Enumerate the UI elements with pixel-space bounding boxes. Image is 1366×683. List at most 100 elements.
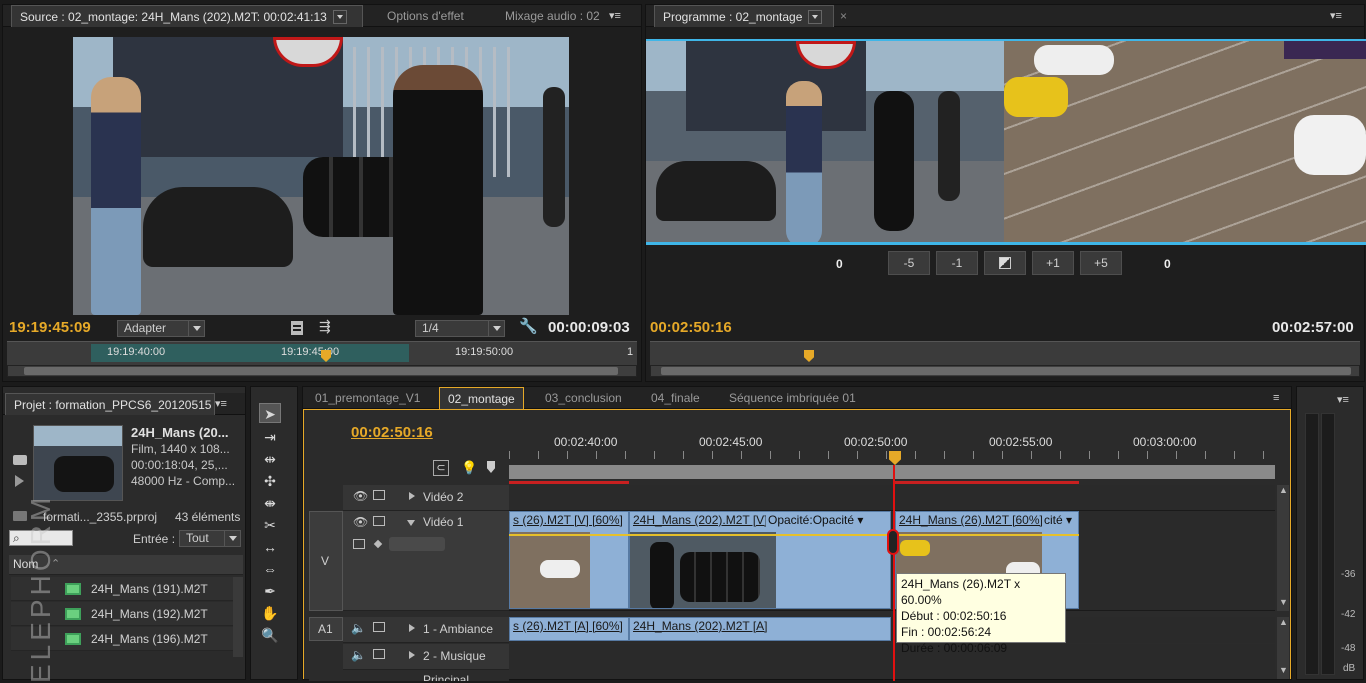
track-select-tool-icon[interactable]: ⇥ [259, 427, 281, 447]
fit-select[interactable]: Adapter [117, 320, 205, 337]
expand-arrow-icon[interactable] [409, 651, 415, 659]
scroll-down-icon[interactable]: ▼ [1279, 665, 1288, 675]
source-zoom-scrollbar[interactable] [7, 365, 637, 377]
track-video2-lane[interactable] [509, 485, 1275, 511]
opacity-effect-dropdown[interactable]: Opacité:Opacité ▾ [766, 513, 866, 529]
entry-select[interactable]: Tout [179, 530, 241, 547]
pen-tool-icon[interactable]: ✒ [259, 581, 281, 601]
trim-handle-icon[interactable] [887, 529, 899, 555]
opacity-effect-dropdown[interactable]: cité ▾ [1042, 513, 1075, 529]
ruler-label: 00:02:55:00 [989, 435, 1053, 449]
close-icon[interactable]: × [840, 10, 852, 22]
program-time-ruler[interactable] [650, 341, 1360, 365]
scroll-up-icon[interactable]: ▲ [1279, 485, 1288, 495]
program-current-timecode[interactable]: 00:02:50:16 [650, 319, 732, 336]
ruler-label: 19:19:50:00 [455, 346, 514, 358]
hand-tool-icon[interactable]: ✋ [259, 603, 281, 623]
zoom-tool-icon[interactable]: 🔍 [259, 625, 281, 645]
tab-sequence-01[interactable]: 01_premontage_V1 [307, 387, 428, 409]
tab-sequence-04[interactable]: 04_finale [643, 387, 708, 409]
panel-menu-icon[interactable]: ▾≡ [1330, 11, 1346, 22]
rate-stretch-tool-icon[interactable]: ⇼ [259, 493, 281, 513]
film-strip-icon[interactable] [291, 321, 303, 335]
slide-tool-icon[interactable]: ⇔ [259, 559, 281, 579]
tab-program[interactable]: Programme : 02_montage [654, 5, 834, 27]
project-preview-thumbnail[interactable] [33, 425, 123, 501]
trim-plus-5-button[interactable]: +5 [1080, 251, 1122, 275]
program-zoom-scrollbar[interactable] [650, 365, 1360, 377]
tab-audio-mixer[interactable]: Mixage audio : 02 [497, 5, 608, 27]
trim-minus-1-button[interactable]: -1 [936, 251, 978, 275]
audio-clip[interactable]: s (26).M2T [A] [60%] [509, 617, 629, 641]
panel-menu-icon[interactable]: ▾≡ [1337, 395, 1353, 406]
timeline-time-ruler[interactable]: 00:02:40:00 00:02:45:00 00:02:50:00 00:0… [509, 433, 1275, 484]
marker-lightbulb-icon[interactable]: 💡 [461, 460, 477, 476]
keyframe-icon[interactable] [373, 539, 383, 549]
wrench-icon[interactable]: 🔧 [519, 317, 538, 335]
panel-menu-icon[interactable]: ▾≡ [215, 399, 231, 410]
trim-incoming-frame[interactable] [1004, 39, 1366, 245]
scroll-up-icon[interactable]: ▲ [1279, 617, 1288, 627]
speaker-icon[interactable]: 🔈 [351, 648, 366, 662]
panel-menu-icon[interactable]: ≡ [1273, 393, 1289, 404]
speaker-icon[interactable]: 🔈 [351, 621, 366, 635]
video-tracks-scrollbar[interactable]: ▲ ▼ [1277, 485, 1289, 611]
tab-effect-options[interactable]: Options d'effet [379, 5, 472, 27]
source-time-ruler[interactable]: 19:19:40:00 19:19:45:00 19:19:50:00 1 [7, 341, 637, 365]
opacity-rubberband[interactable] [509, 534, 1079, 536]
resolution-select[interactable]: 1/4 [415, 320, 505, 337]
v-source-patch[interactable]: V [309, 511, 343, 611]
expand-arrow-icon[interactable] [409, 624, 415, 632]
source-current-timecode[interactable]: 19:19:45:09 [9, 319, 91, 336]
tab-source[interactable]: Source : 02_montage: 24H_Mans (202).M2T:… [11, 5, 363, 27]
chevron-down-icon[interactable] [332, 9, 347, 24]
playhead-icon[interactable] [889, 451, 901, 465]
source-video-frame[interactable] [73, 37, 569, 315]
expand-arrow-icon[interactable] [409, 492, 415, 500]
rolling-edit-tool-icon[interactable]: ✣ [259, 471, 281, 491]
tab-sequence-02[interactable]: 02_montage [439, 387, 524, 409]
razor-tool-icon[interactable]: ✂ [259, 515, 281, 535]
tab-nested-sequence[interactable]: Séquence imbriquée 01 [721, 387, 864, 409]
lock-icon[interactable] [373, 649, 385, 659]
panel-menu-icon[interactable]: ▾≡ [609, 11, 625, 22]
play-preview-icon[interactable] [15, 475, 24, 487]
trim-outgoing-frame[interactable] [646, 39, 1004, 245]
chevron-down-icon[interactable] [808, 9, 823, 24]
slip-tool-icon[interactable]: ↔ [259, 537, 281, 557]
trim-plus-1-button[interactable]: +1 [1032, 251, 1074, 275]
scroll-thumb[interactable] [661, 367, 1351, 375]
keyframe-nav[interactable] [389, 537, 445, 551]
display-style-icon[interactable] [353, 539, 365, 549]
video-clip[interactable]: s (26).M2T [V] [60%] [509, 511, 629, 609]
eye-icon[interactable]: 👁 [353, 489, 368, 503]
audio-clip[interactable]: 24H_Mans (202).M2T [A] [629, 617, 891, 641]
trim-minus-5-button[interactable]: -5 [888, 251, 930, 275]
audio-tracks-scrollbar[interactable]: ▲ ▼ [1277, 617, 1289, 679]
waveform-toggle-icon[interactable]: ⇶ [319, 318, 331, 335]
track-audio2-lane[interactable] [509, 644, 1275, 670]
apply-default-transition-button[interactable] [984, 251, 1026, 275]
scroll-thumb[interactable] [24, 367, 618, 375]
collapse-arrow-icon[interactable] [407, 520, 415, 526]
selection-tool-icon[interactable]: ➤ [259, 403, 281, 423]
lock-icon[interactable] [373, 516, 385, 526]
video-clip[interactable]: 24H_Mans (202).M2T [V] Opacité:Opacité ▾ [629, 511, 891, 609]
tab-project[interactable]: Projet : formation_PPCS6_20120515 [5, 393, 215, 415]
tab-sequence-03[interactable]: 03_conclusion [537, 387, 630, 409]
lock-icon[interactable] [373, 490, 385, 500]
scroll-down-icon[interactable]: ▼ [1279, 597, 1288, 607]
program-duration: 00:02:57:00 [1272, 319, 1354, 336]
lock-icon[interactable] [373, 622, 385, 632]
playhead-line[interactable] [893, 465, 895, 681]
a1-patch-label: A1 [318, 622, 333, 636]
eye-icon[interactable]: 👁 [353, 515, 368, 529]
timeline-timecode[interactable]: 00:02:50:16 [351, 424, 433, 441]
snap-icon[interactable]: ⊂ [433, 460, 449, 476]
playhead-icon[interactable] [804, 350, 814, 362]
work-area-bar[interactable] [509, 465, 1275, 479]
project-scrollbar[interactable] [233, 577, 243, 657]
ruler-label: 00:03:00:00 [1133, 435, 1197, 449]
ripple-edit-tool-icon[interactable]: ⇹ [259, 449, 281, 469]
a-source-patch[interactable]: A1 [309, 617, 343, 641]
